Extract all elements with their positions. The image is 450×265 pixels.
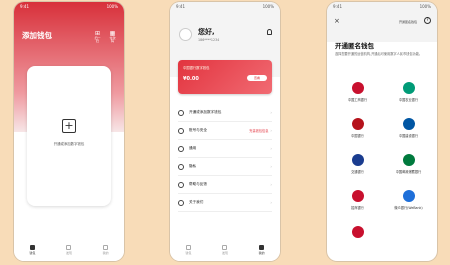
bank-option[interactable]: 中国银行 [335,118,380,138]
bank-option[interactable] [335,226,380,241]
bottom-tab-bar: 钱包 发现 我的 [170,239,280,261]
plus-icon[interactable]: + [62,119,76,133]
bank-logo-icon [351,118,364,130]
shield-icon [178,127,184,134]
page-description: 选择您要开通的运营机构,开通后可使用数字人民币钱包功能。 [335,52,423,56]
menu-item-account-security[interactable]: 账号与安全 完善钱包信息 › [178,122,272,140]
status-time: 9:41 [20,4,29,9]
bell-icon[interactable] [267,29,272,35]
discover-icon [222,245,228,250]
status-bar: 9:41 100% [170,2,280,11]
tab-mine[interactable]: 我的 [259,245,265,255]
scan-icon[interactable]: ⊞ 扫一扫 [94,30,101,43]
add-wallet-card[interactable]: + 开通或添加数字钱包 [27,66,111,206]
bank-logo-icon [402,154,415,166]
home-icon [29,245,35,250]
phone-screen-add-wallet: 9:41 100% 添加钱包 ⊞ 扫一扫 ▦ 付款码 + 开通或添加数字钱包 钱包 … [14,2,124,261]
user-icon [103,245,109,250]
tab-mine[interactable]: 我的 [103,245,109,255]
bank-option[interactable]: 招商银行 [335,190,380,210]
nav-header: 9:41 100% × 开通匿名钱包 ? [327,2,437,42]
info-icon [178,199,184,206]
wallet-view-button[interactable]: 查看 [247,75,267,81]
bank-option[interactable]: 中国农业银行 [386,82,431,102]
chevron-right-icon: › [270,146,272,151]
bank-option[interactable]: 中国建设银行 [386,118,431,138]
menu-item-add-wallet[interactable]: 开通或添加数字钱包 › [178,104,272,122]
status-time: 9:41 [333,4,342,9]
settings-menu: 开通或添加数字钱包 › 账号与安全 完善钱包信息 › 通用 › 隐私 › 帮助与反馈 › 关… [178,104,272,212]
wallet-card[interactable]: 中国银行数字钱包 ¥0.00 查看 [178,60,272,94]
header-link[interactable]: 开通匿名钱包 [399,20,417,24]
bank-option[interactable]: 交通银行 [335,154,380,174]
bank-name: 微众银行(WeBank) [394,206,423,210]
chevron-right-icon: › [270,110,272,115]
bank-name: 中国邮政储蓄银行 [395,170,422,174]
page-title: 开通匿名钱包 [335,42,374,50]
bank-logo-icon [402,118,415,130]
chevron-right-icon: › [270,128,272,133]
wallet-balance: ¥0.00 [183,76,199,82]
bank-name: 中国工商银行 [347,98,368,102]
tab-discover[interactable]: 发现 [66,245,72,255]
help-icon [178,181,184,188]
close-icon[interactable]: × [334,17,340,25]
wallet-icon [178,109,184,116]
discover-icon [66,245,72,250]
bottom-tab-bar: 钱包 发现 我的 [14,239,124,261]
settings-icon [178,145,184,152]
bank-option[interactable]: 中国邮政储蓄银行 [386,154,431,174]
bank-name: 交通银行 [351,170,364,174]
help-icon[interactable]: ? [424,17,431,24]
bank-logo-icon [351,82,364,94]
tab-discover[interactable]: 发现 [222,245,228,255]
bank-name: 中国建设银行 [398,134,419,138]
bank-logo-icon [351,190,364,202]
qrcode-icon[interactable]: ▦ 付款码 [109,30,116,43]
add-wallet-label: 开通或添加数字钱包 [53,142,85,146]
status-battery: 100% [106,4,118,9]
chevron-right-icon: › [270,164,272,169]
wallet-card-label: 中国银行数字钱包 [183,66,210,70]
page-title: 添加钱包 [22,31,52,40]
bank-name: 招商银行 [351,206,364,210]
bank-name: 中国银行 [351,134,364,138]
chevron-right-icon: › [270,182,272,187]
bank-grid: 中国工商银行 中国农业银行中国银行 中国建设银行交通银行 中国邮政储蓄银行招商银行 微众… [335,82,431,241]
greeting: 您好, [198,28,215,36]
tab-wallet[interactable]: 钱包 [185,245,191,255]
phone-number: 186****1234 [198,38,220,42]
status-battery: 100% [419,4,431,9]
phone-screen-profile: 9:41 100% 您好, 186****1234 中国银行数字钱包 ¥0.00… [170,2,280,261]
bank-logo-icon [402,82,415,94]
bank-logo-icon [351,226,364,238]
bank-logo-icon [351,154,364,166]
menu-item-privacy[interactable]: 隐私 › [178,158,272,176]
menu-item-about[interactable]: 关于我们 › [178,194,272,212]
avatar[interactable] [179,28,192,41]
status-bar: 9:41 100% [327,2,437,11]
phone-screen-open-wallet: 9:41 100% × 开通匿名钱包 ? 开通匿名钱包 选择您要开通的运营机构,… [327,2,437,261]
bank-logo-icon [402,190,415,202]
bank-name: 中国农业银行 [398,98,419,102]
status-time: 9:41 [176,4,185,9]
lock-icon [178,163,184,170]
status-battery: 100% [262,4,274,9]
tab-wallet[interactable]: 钱包 [29,245,35,255]
bank-option[interactable]: 中国工商银行 [335,82,380,102]
bank-option[interactable]: 微众银行(WeBank) [386,190,431,210]
home-icon [185,245,191,250]
status-bar: 9:41 100% [14,2,124,11]
menu-item-help[interactable]: 帮助与反馈 › [178,176,272,194]
menu-item-general[interactable]: 通用 › [178,140,272,158]
user-icon [259,245,265,250]
chevron-right-icon: › [270,200,272,205]
